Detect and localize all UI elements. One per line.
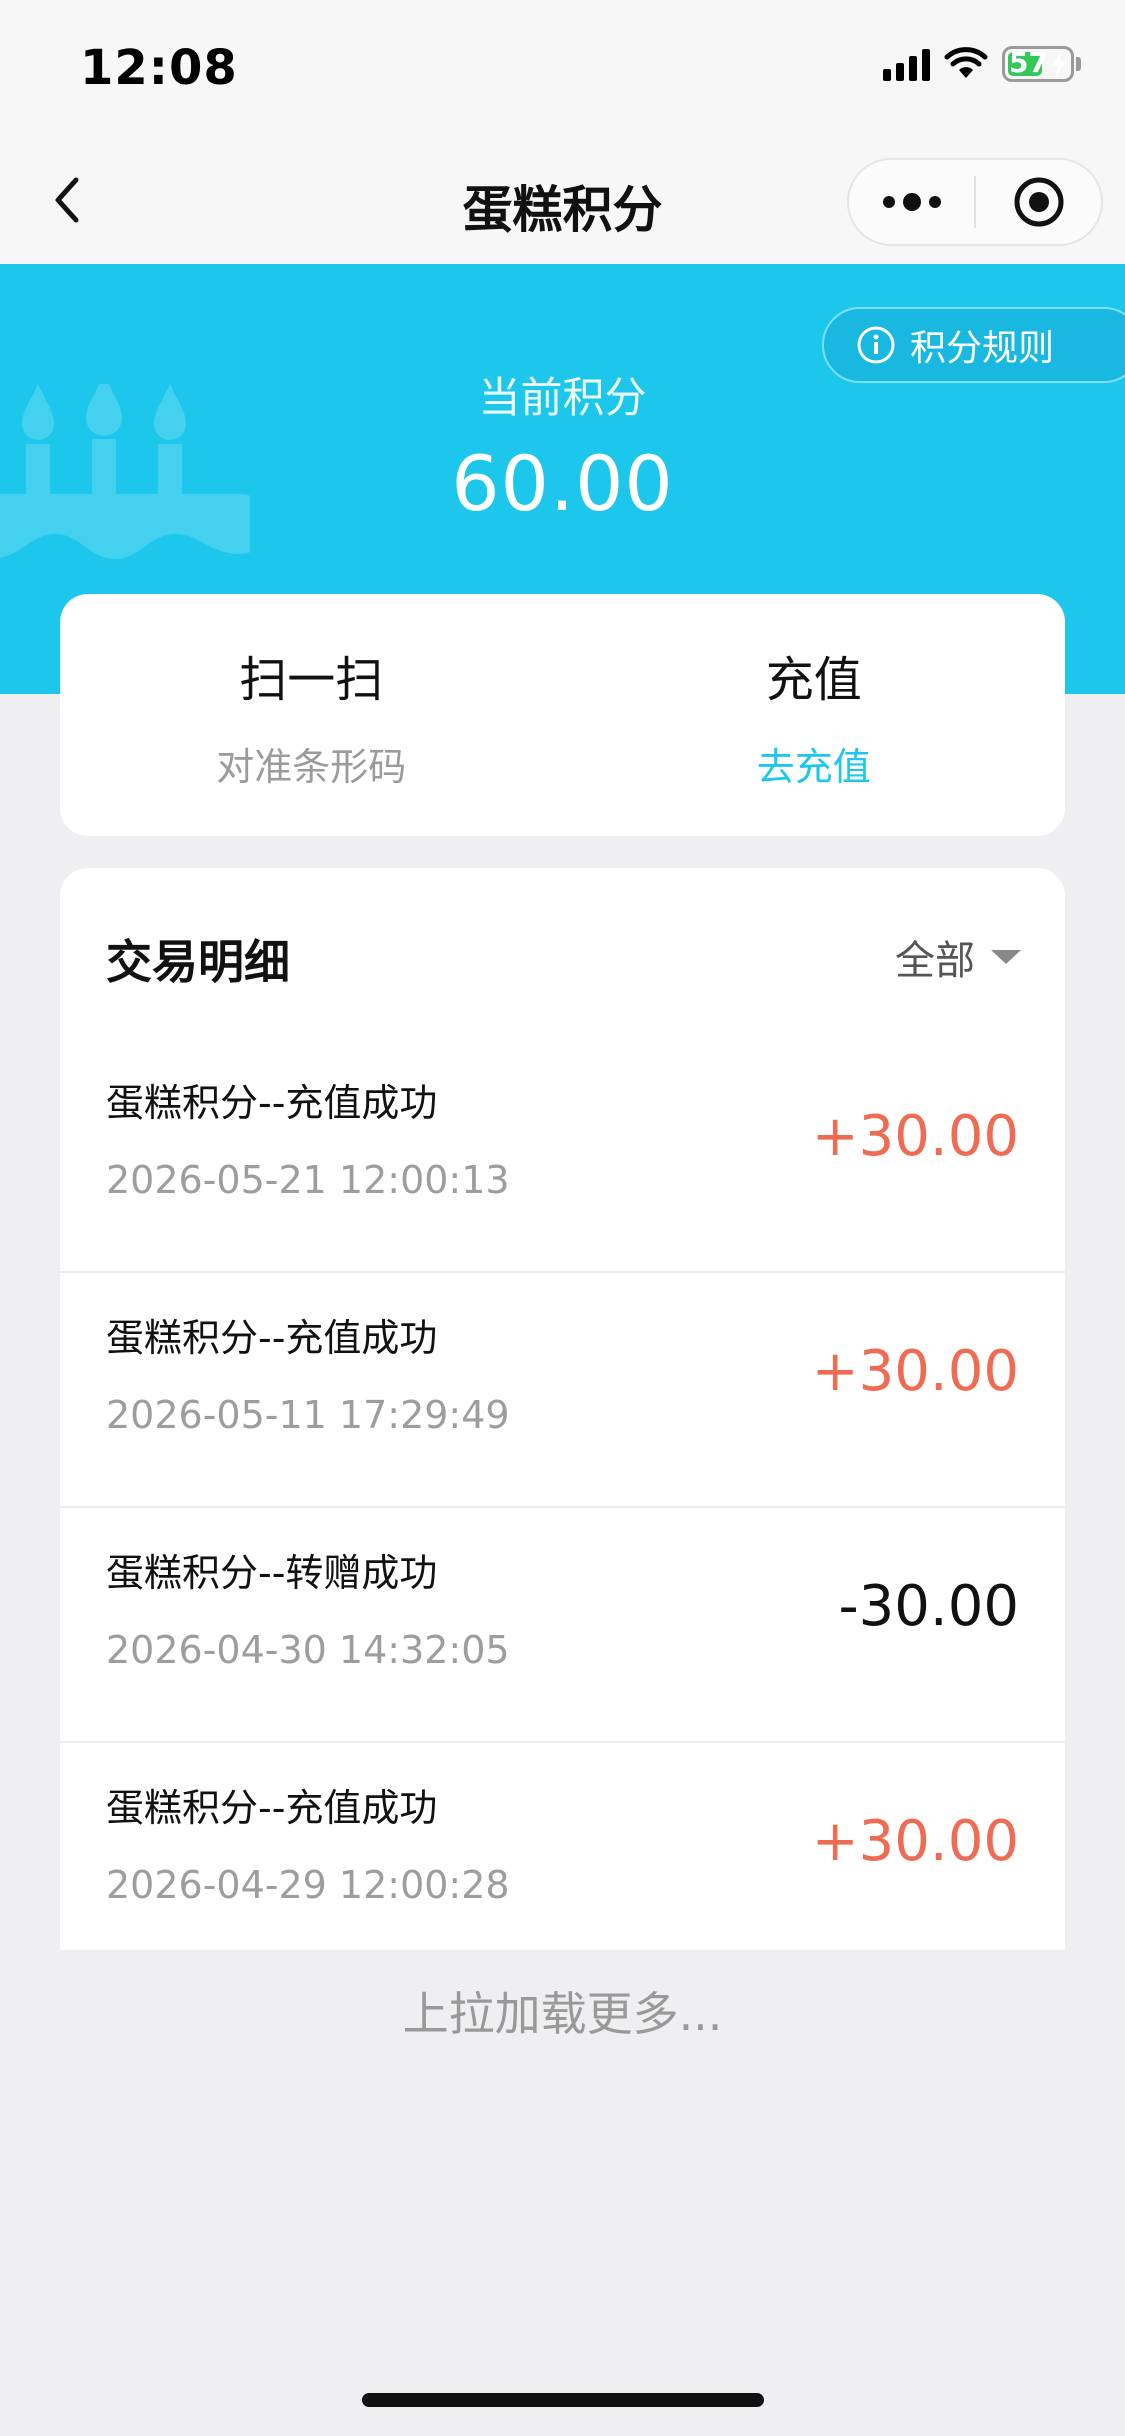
current-points-value: 60.00 — [451, 439, 674, 528]
transaction-row[interactable]: 蛋糕积分--充值成功 2026-05-11 17:29:49 +30.00 — [60, 1273, 1065, 1508]
scan-button[interactable]: 扫一扫 对准条形码 — [60, 594, 563, 836]
filter-label: 全部 — [895, 938, 975, 984]
load-more-hint: 上拉加载更多... — [402, 1987, 723, 2041]
status-bar: 12:08 57 — [0, 0, 1125, 132]
details-header: 交易明细 全部 — [60, 868, 1065, 1038]
transaction-time: 2026-05-21 12:00:13 — [106, 1158, 510, 1202]
battery-icon: 57 — [1002, 46, 1081, 82]
transaction-time: 2026-04-29 12:00:28 — [106, 1863, 510, 1907]
filter-dropdown[interactable]: 全部 — [895, 928, 1021, 986]
recharge-link[interactable]: 去充值 — [757, 736, 871, 791]
charging-icon — [1052, 52, 1066, 76]
recharge-button[interactable]: 充值 去充值 — [563, 594, 1066, 836]
transaction-row[interactable]: 蛋糕积分--转赠成功 2026-04-30 14:32:05 -30.00 — [60, 1508, 1065, 1743]
wifi-icon — [944, 47, 988, 78]
scan-title: 扫一扫 — [239, 651, 384, 708]
transaction-title: 蛋糕积分--转赠成功 — [106, 1551, 438, 1595]
transaction-amount: +30.00 — [811, 1809, 1019, 1874]
transaction-time: 2026-05-11 17:29:49 — [106, 1393, 510, 1437]
caret-down-icon — [991, 950, 1021, 964]
transaction-time: 2026-04-30 14:32:05 — [106, 1628, 510, 1672]
transaction-details-card: 交易明细 全部 蛋糕积分--充值成功 2026-05-21 12:00:13 +… — [60, 868, 1065, 1950]
current-points-label: 当前积分 — [478, 373, 647, 422]
status-time: 12:08 — [80, 40, 238, 96]
close-mini-program-button[interactable] — [976, 160, 1101, 244]
info-icon — [857, 326, 895, 364]
transaction-title: 蛋糕积分--充值成功 — [106, 1316, 438, 1360]
transaction-row[interactable]: 蛋糕积分--充值成功 2026-04-29 12:00:28 +30.00 — [60, 1743, 1065, 1950]
recharge-title: 充值 — [765, 651, 862, 708]
more-icon — [882, 193, 941, 211]
actions-card: 扫一扫 对准条形码 充值 去充值 — [60, 594, 1065, 836]
target-icon — [1014, 177, 1063, 227]
battery-percent: 57 — [1009, 46, 1048, 79]
transaction-list: 蛋糕积分--充值成功 2026-05-21 12:00:13 +30.00 蛋糕… — [60, 1038, 1065, 1950]
transaction-title: 蛋糕积分--充值成功 — [106, 1081, 438, 1125]
details-title: 交易明细 — [106, 935, 290, 989]
signal-icon — [883, 47, 930, 81]
more-button[interactable] — [849, 160, 974, 244]
transaction-amount: +30.00 — [811, 1339, 1019, 1404]
transaction-row[interactable]: 蛋糕积分--充值成功 2026-05-21 12:00:13 +30.00 — [60, 1038, 1065, 1273]
transaction-amount: -30.00 — [838, 1574, 1019, 1639]
home-indicator[interactable] — [362, 2393, 764, 2407]
transaction-amount: +30.00 — [811, 1104, 1019, 1169]
transaction-title: 蛋糕积分--充值成功 — [106, 1786, 438, 1830]
nav-bar: 蛋糕积分 — [0, 132, 1125, 264]
status-icons: 57 — [883, 46, 1081, 82]
scan-subtitle: 对准条形码 — [216, 744, 407, 789]
mini-program-capsule — [847, 158, 1103, 246]
